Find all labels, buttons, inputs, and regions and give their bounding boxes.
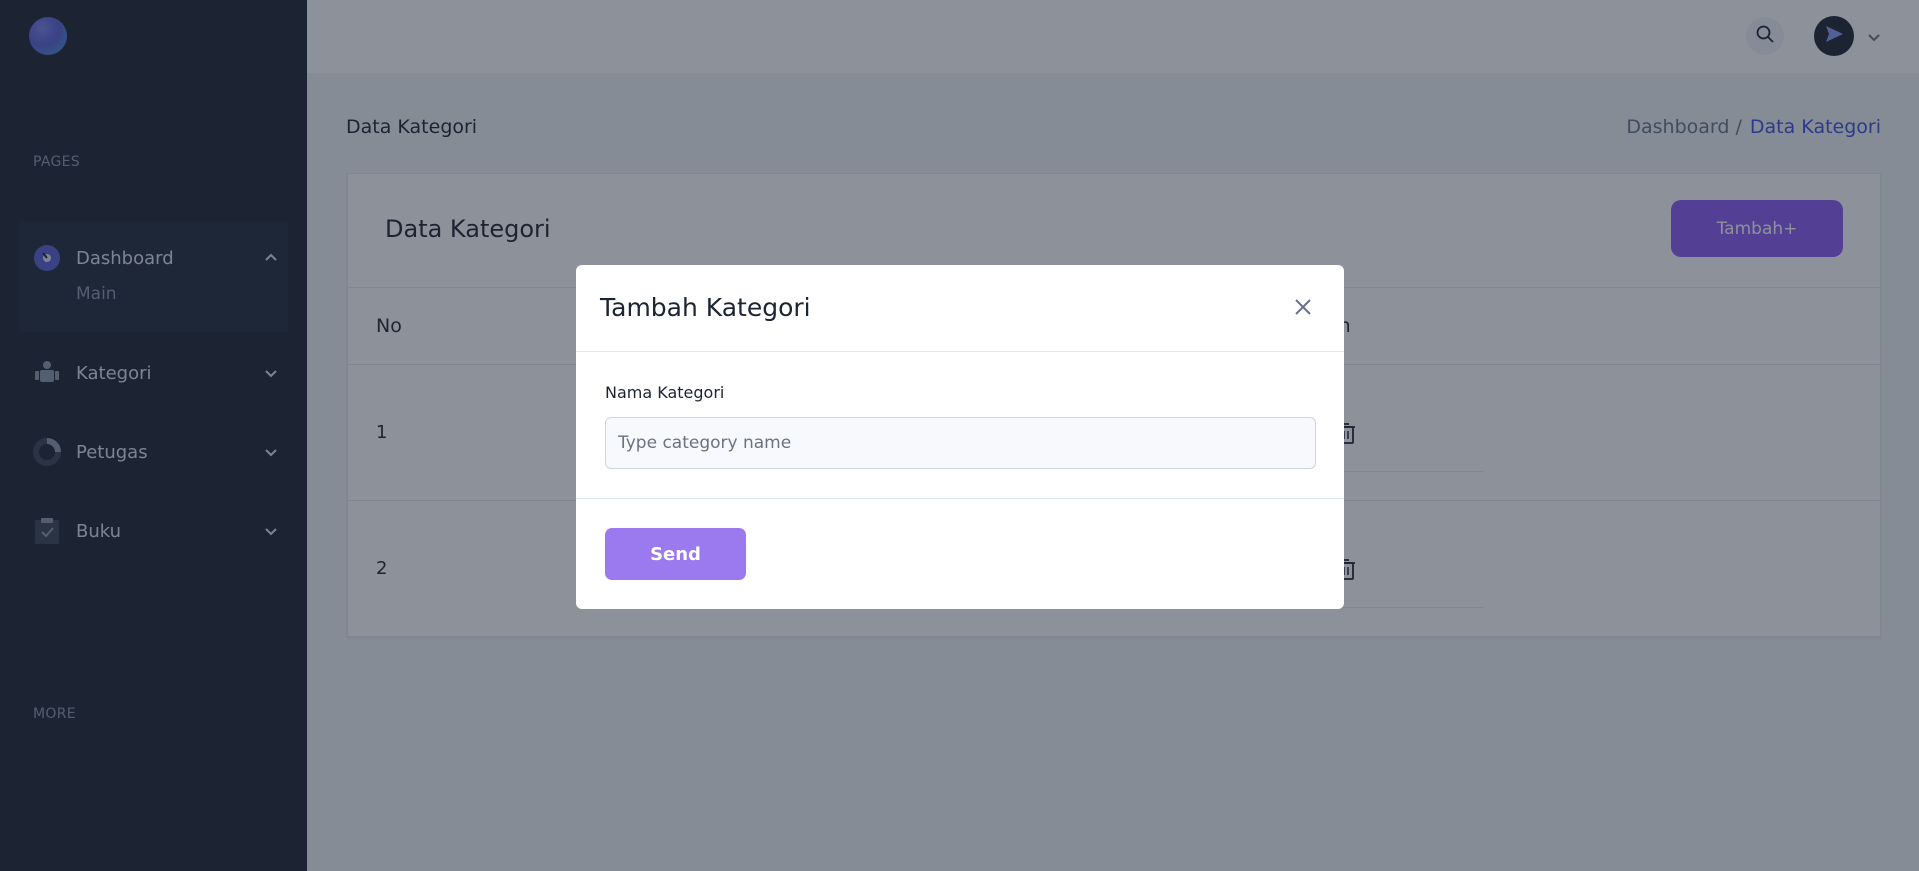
send-button[interactable]: Send	[605, 528, 746, 580]
close-icon[interactable]	[1292, 296, 1314, 318]
category-name-input[interactable]	[605, 417, 1316, 469]
modal-title: Tambah Kategori	[600, 293, 811, 322]
category-name-label: Nama Kategori	[605, 383, 725, 402]
modal-divider	[576, 351, 1344, 352]
modal-divider	[576, 498, 1344, 499]
add-category-modal: Tambah Kategori Nama Kategori Send	[576, 265, 1344, 609]
